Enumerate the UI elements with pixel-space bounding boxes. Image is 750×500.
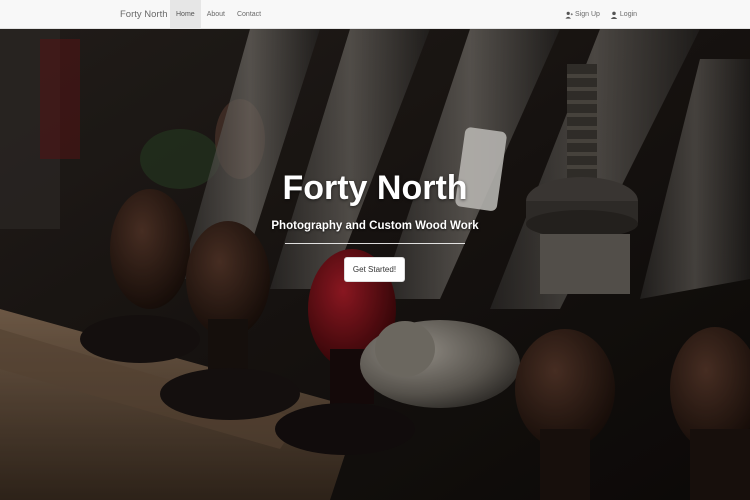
hero-divider [285, 243, 465, 244]
brand-link[interactable]: Forty North [120, 0, 168, 29]
add-user-icon [565, 11, 573, 19]
nav-home-link[interactable]: Home [170, 0, 201, 29]
top-navbar: Forty North Home About Contact Sign Up L… [0, 0, 750, 29]
nav-auth-links: Sign Up Login [560, 0, 642, 29]
user-icon [610, 11, 618, 19]
nav-about-link[interactable]: About [201, 0, 231, 29]
nav-contact-link[interactable]: Contact [231, 0, 267, 29]
hero-title: Forty North [282, 169, 468, 207]
nav-links: Home About Contact [170, 0, 267, 29]
hero-subtitle: Photography and Custom Wood Work [271, 220, 479, 232]
signup-link[interactable]: Sign Up [560, 0, 605, 29]
login-link[interactable]: Login [605, 0, 642, 29]
login-label: Login [619, 11, 638, 18]
get-started-button[interactable]: Get Started! [344, 257, 405, 282]
hero-section: Forty North Photography and Custom Wood … [0, 29, 750, 500]
signup-label: Sign Up [575, 11, 600, 18]
